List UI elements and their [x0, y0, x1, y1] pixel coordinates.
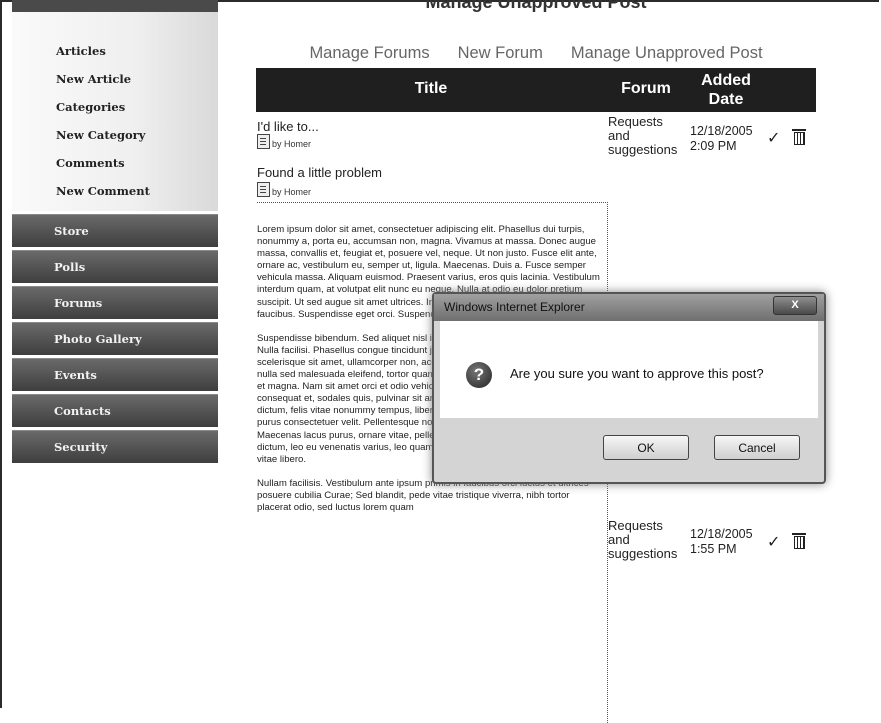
approve-check-icon[interactable]: ✓	[767, 128, 780, 148]
post-author-row2: by Homer	[257, 182, 311, 197]
sidebar-item-contacts[interactable]: Contacts	[12, 394, 218, 427]
sidebar: Articles New Article Categories New Cate…	[12, 0, 218, 463]
date-row1: 12/18/2005	[690, 124, 753, 138]
question-icon: ?	[466, 362, 492, 388]
forum-line1-row1: Requests	[608, 114, 663, 129]
new-forum-link[interactable]: New Forum	[458, 44, 543, 63]
delete-trash-icon[interactable]	[792, 129, 806, 145]
date-cell-row1: 12/18/2005 2:09 PM	[690, 124, 753, 154]
dialog-title: Windows Internet Explorer	[444, 300, 585, 314]
table-header: Title Forum Added Date	[256, 68, 816, 112]
sidebar-item-store[interactable]: Store	[12, 214, 218, 247]
forum-line2-row2: and	[608, 532, 630, 547]
date-cell-row2: 12/18/2005 1:55 PM	[690, 527, 753, 557]
approve-check-icon[interactable]: ✓	[767, 532, 780, 552]
forum-line3-row2: suggestions	[608, 546, 678, 561]
dialog-message: Are you sure you want to approve this po…	[510, 366, 764, 381]
sidebar-item-new-article[interactable]: New Article	[12, 65, 218, 93]
sidebar-item-events[interactable]: Events	[12, 358, 218, 391]
ok-button[interactable]: OK	[603, 435, 689, 460]
column-header-forum: Forum	[621, 80, 671, 97]
column-header-added-line1: Added	[701, 72, 751, 89]
sidebar-item-forums[interactable]: Forums	[12, 286, 218, 319]
page-title: Manage Unapproved Post	[425, 0, 647, 12]
dialog-titlebar[interactable]: Windows Internet Explorer X	[434, 294, 824, 321]
post-author-row1: by Homer	[257, 134, 311, 149]
sidebar-item-categories[interactable]: Categories	[12, 93, 218, 121]
sidebar-top-bar	[12, 0, 218, 12]
dialog-body: ? Are you sure you want to approve this …	[440, 321, 818, 418]
time-row2: 1:55 PM	[690, 542, 737, 556]
forum-admin-links: Manage Forums New Forum Manage Unapprove…	[256, 44, 816, 63]
sidebar-item-photo-gallery[interactable]: Photo Gallery	[12, 322, 218, 355]
time-row1: 2:09 PM	[690, 139, 737, 153]
delete-trash-icon[interactable]	[792, 533, 806, 549]
post-title-row2[interactable]: Found a little problem	[257, 165, 382, 180]
forum-cell-row1: Requests and suggestions	[608, 115, 677, 157]
sidebar-item-comments[interactable]: Comments	[12, 149, 218, 177]
column-header-title: Title	[414, 80, 448, 97]
sidebar-item-new-category[interactable]: New Category	[12, 121, 218, 149]
post-title-row1[interactable]: I'd like to...	[257, 119, 319, 134]
post-author-text-row1: by Homer	[272, 139, 312, 149]
post-author-text-row2: by Homer	[272, 187, 312, 197]
confirm-dialog: Windows Internet Explorer X ? Are you su…	[432, 292, 826, 484]
manage-unapproved-post-link[interactable]: Manage Unapproved Post	[571, 44, 763, 63]
sidebar-submenu: Articles New Article Categories New Cate…	[12, 12, 218, 211]
sidebar-item-security[interactable]: Security	[12, 430, 218, 463]
sidebar-item-new-comment[interactable]: New Comment	[12, 177, 218, 205]
manage-forums-link[interactable]: Manage Forums	[309, 44, 429, 63]
forum-line3-row1: suggestions	[608, 142, 678, 157]
date-row2: 12/18/2005	[690, 527, 753, 541]
forum-line2-row1: and	[608, 128, 630, 143]
forum-line1-row2: Requests	[608, 518, 663, 533]
sidebar-item-articles[interactable]: Articles	[12, 37, 218, 65]
column-header-added-line2: Date	[708, 91, 744, 108]
document-icon	[257, 134, 270, 149]
forum-cell-row2: Requests and suggestions	[608, 519, 677, 561]
dialog-close-button[interactable]: X	[773, 296, 817, 315]
cancel-button[interactable]: Cancel	[714, 435, 800, 460]
document-icon	[257, 182, 270, 197]
sidebar-item-polls[interactable]: Polls	[12, 250, 218, 283]
